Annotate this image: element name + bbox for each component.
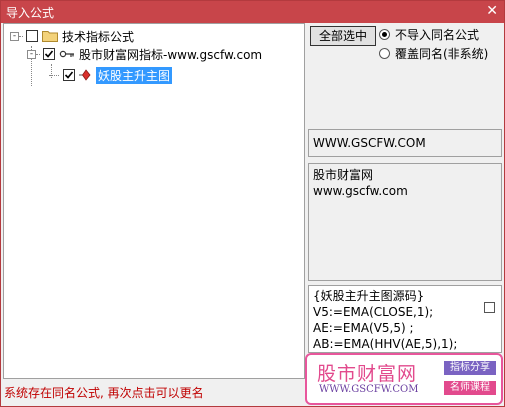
status-message: 系统存在同名公式, 再次点击可以更名 xyxy=(4,386,204,400)
watermark-url: WWW.GSCFW.COM xyxy=(319,384,419,395)
window-title: 导入公式 xyxy=(6,6,55,20)
description-box: 股市财富网 www.gscfw.com xyxy=(308,163,502,281)
group-checkbox[interactable] xyxy=(43,48,55,60)
url-text: WWW.GSCFW.COM xyxy=(313,136,426,150)
radio-overwrite[interactable]: 覆盖同名(非系统) xyxy=(379,44,488,62)
radio-overwrite-label: 覆盖同名(非系统) xyxy=(395,46,489,61)
tree-node-root[interactable]: - 技术指标公式 xyxy=(10,27,134,45)
folder-icon xyxy=(42,30,58,42)
radio-skip-duplicates-dot[interactable] xyxy=(379,28,390,40)
radio-overwrite-dot[interactable] xyxy=(379,47,390,59)
source-line-1: {妖股主升主图源码} xyxy=(313,289,425,303)
source-code-box[interactable]: {妖股主升主图源码} V5:=EMA(CLOSE,1); AE:=EMA(V5,… xyxy=(308,285,502,353)
watermark-tag-courses: 名师课程 xyxy=(444,381,496,395)
tree-connector xyxy=(19,35,23,37)
radio-skip-duplicates[interactable]: 不导入同名公式 xyxy=(379,25,479,43)
formula-tree[interactable]: - 技术指标公式 - 股市财富网指标-www.gscfw.com 妖股主升主图 xyxy=(3,23,305,379)
options-panel: 全部选中 不导入同名公式 覆盖同名(非系统) WWW.GSCFW.COM 股市财… xyxy=(307,23,504,379)
description-line-2: www.gscfw.com xyxy=(313,184,408,198)
tree-connector xyxy=(49,74,59,76)
radio-skip-duplicates-label: 不导入同名公式 xyxy=(395,27,480,42)
source-line-4: AB:=EMA(HHV(AE,5),1); xyxy=(313,337,458,351)
key-icon xyxy=(59,49,75,59)
collapse-toggle-icon[interactable]: - xyxy=(10,31,19,41)
tree-node-item-label: 妖股主升主图 xyxy=(96,66,173,84)
import-formula-dialog: 导入公式 ✕ - 技术指标公式 - 股市财富网指标-www.gscfw.com … xyxy=(0,0,505,407)
watermark-brand: 股市财富网 xyxy=(317,363,418,385)
tree-node-group-label: 股市财富网指标-www.gscfw.com xyxy=(79,47,263,62)
collapse-toggle-icon[interactable]: - xyxy=(27,49,36,59)
source-checkbox[interactable] xyxy=(484,302,495,313)
url-display: WWW.GSCFW.COM xyxy=(308,129,502,157)
watermark-tag-indicators: 指标分享 xyxy=(444,361,496,375)
source-line-2: V5:=EMA(CLOSE,1); xyxy=(313,305,434,319)
source-line-3: AE:=EMA(V5,5) ; xyxy=(313,321,414,335)
tree-node-group[interactable]: - 股市财富网指标-www.gscfw.com xyxy=(27,45,262,63)
close-icon[interactable]: ✕ xyxy=(486,3,498,19)
tree-node-item[interactable]: 妖股主升主图 xyxy=(49,66,173,84)
tree-connector xyxy=(36,53,40,55)
title-bar[interactable]: 导入公式 ✕ xyxy=(1,1,504,23)
watermark-logo: 股市财富网 WWW.GSCFW.COM 指标分享 名师课程 xyxy=(305,353,503,405)
item-checkbox[interactable] xyxy=(63,69,75,81)
description-line-1: 股市财富网 xyxy=(313,168,374,182)
select-all-button[interactable]: 全部选中 xyxy=(310,26,376,46)
tree-node-root-label: 技术指标公式 xyxy=(62,29,135,44)
formula-icon xyxy=(78,69,92,81)
root-checkbox[interactable] xyxy=(26,30,38,42)
